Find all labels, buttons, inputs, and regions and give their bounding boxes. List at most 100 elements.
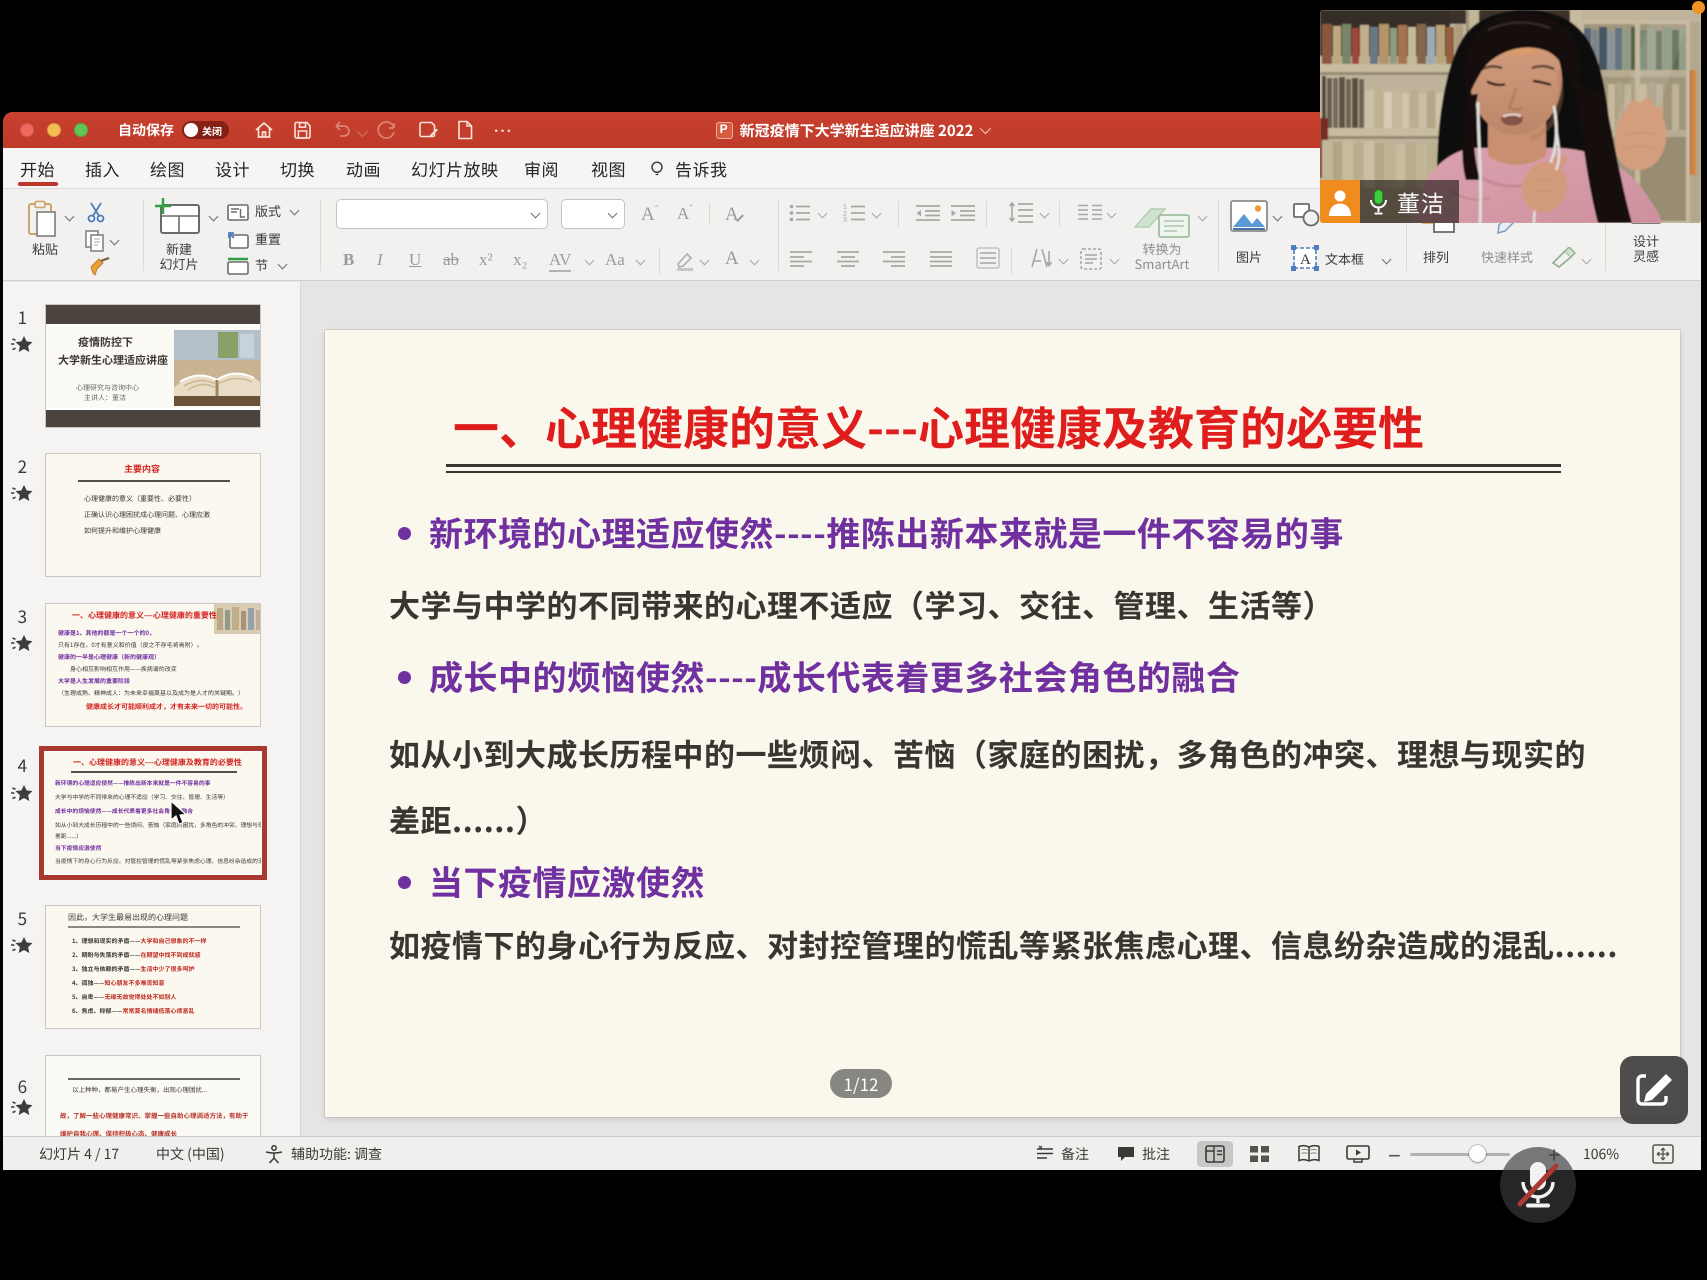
clear-formatting-icon[interactable]: A (725, 204, 748, 226)
comments-button[interactable]: 批注 (1116, 1137, 1170, 1170)
accessibility-status[interactable]: 辅助功能: 调查 (263, 1137, 382, 1170)
numbering-icon[interactable]: 123 (843, 203, 867, 228)
picture-chevron-icon[interactable] (1273, 212, 1283, 222)
reset-icon[interactable] (227, 230, 249, 254)
highlight-color-icon[interactable] (675, 251, 697, 276)
slide-thumbnail-3[interactable]: 一、心理健康的意义---心理健康的重要性 健康是1、其他的都是一个一个的0， 只… (45, 603, 261, 727)
change-case-button[interactable]: Aa (605, 250, 625, 270)
section-chevron-icon[interactable] (278, 260, 288, 270)
current-slide[interactable]: 一、心理健康的意义---心理健康及教育的必要性 新环境的心理适应使然----推陈… (325, 330, 1680, 1117)
bullets-chevron-icon[interactable] (818, 209, 828, 219)
shape-format-icon[interactable] (1551, 247, 1577, 274)
section-icon[interactable] (227, 256, 249, 280)
shapes-icon[interactable] (1293, 203, 1321, 232)
distribute-icon[interactable] (976, 247, 1002, 276)
shape-format-chevron-icon[interactable] (1582, 255, 1592, 265)
bold-button[interactable]: B (343, 250, 354, 270)
tab-review[interactable]: 审阅 (524, 148, 559, 188)
tab-view[interactable]: 视图 (591, 148, 626, 188)
decrease-indent-icon[interactable] (915, 203, 941, 228)
line-spacing-chevron-icon[interactable] (1040, 209, 1050, 219)
columns-icon[interactable] (1077, 203, 1103, 228)
copy-chevron-icon[interactable] (110, 236, 120, 246)
zoom-slider-knob[interactable] (1469, 1145, 1486, 1162)
strikethrough-button[interactable]: ab (443, 250, 459, 270)
microphone-muted-button[interactable] (1500, 1147, 1576, 1223)
case-chevron-icon[interactable] (636, 256, 646, 266)
smartart-chevron-icon[interactable] (1198, 212, 1208, 222)
quick-styles-label[interactable]: 快速样式 (1481, 249, 1533, 264)
reset-label[interactable]: 重置 (255, 231, 281, 246)
tab-draw[interactable]: 绘图 (150, 148, 185, 188)
numbering-chevron-icon[interactable] (872, 209, 882, 219)
reading-view-button[interactable] (1297, 1137, 1321, 1170)
bullets-icon[interactable] (789, 203, 813, 228)
text-direction-chevron-icon[interactable] (1059, 255, 1069, 265)
picture-icon[interactable] (1230, 200, 1268, 237)
slideshow-view-button[interactable] (1346, 1137, 1370, 1170)
align-left-icon[interactable] (789, 249, 813, 274)
slide-thumbnail-2[interactable]: 主要内容 心理健康的意义（重要性、必要性） 正确认识心理困扰成心理问题、心理应激… (45, 453, 261, 577)
notes-button[interactable]: 备注 (1035, 1137, 1089, 1170)
tab-transitions[interactable]: 切换 (280, 148, 315, 188)
slide-thumbnail-4-selected[interactable]: 一、心理健康的意义---心理健康及教育的必要性 新环境的心理适应使然——推陈出新… (39, 746, 267, 880)
layout-chevron-icon[interactable] (290, 206, 300, 216)
spacing-chevron-icon[interactable] (585, 256, 595, 266)
line-spacing-icon[interactable] (1008, 201, 1034, 228)
align-text-chevron-icon[interactable] (1110, 255, 1120, 265)
title-chevron-icon[interactable] (980, 123, 991, 134)
tab-tellme[interactable]: 告诉我 (675, 148, 728, 188)
format-painter-icon[interactable] (89, 257, 115, 282)
section-label[interactable]: 节 (255, 257, 268, 272)
paste-label[interactable]: 粘贴 (25, 241, 65, 256)
justify-icon[interactable] (929, 249, 953, 274)
increase-indent-icon[interactable] (950, 203, 976, 228)
design-ideas-label[interactable]: 设计 灵感 (1625, 233, 1667, 263)
underline-button[interactable]: U (409, 250, 421, 270)
tab-design[interactable]: 设计 (215, 148, 250, 188)
zoom-level[interactable]: 106% (1583, 1137, 1619, 1170)
font-name-combobox[interactable] (336, 199, 548, 229)
transition-star-icon[interactable] (9, 634, 35, 652)
smartart-label[interactable]: 转换为 SmartArt (1121, 241, 1203, 271)
italic-button[interactable]: I (377, 250, 383, 270)
textbox-icon[interactable]: A (1291, 245, 1319, 276)
transition-star-icon[interactable] (9, 1098, 35, 1116)
superscript-button[interactable]: x² (479, 250, 493, 270)
text-direction-icon[interactable] (1029, 247, 1055, 276)
transition-star-icon[interactable] (9, 784, 35, 802)
character-spacing-button[interactable]: AV (549, 250, 571, 272)
transition-star-icon[interactable] (9, 936, 35, 954)
tab-slideshow[interactable]: 幻灯片放映 (411, 148, 499, 188)
zoom-out-button[interactable]: − (1388, 1137, 1401, 1170)
paste-chevron-icon[interactable] (65, 212, 75, 222)
zoom-slider-track[interactable] (1410, 1153, 1510, 1156)
annotation-pen-button[interactable] (1620, 1056, 1688, 1124)
transition-star-icon[interactable] (9, 335, 35, 353)
highlight-chevron-icon[interactable] (700, 256, 710, 266)
columns-chevron-icon[interactable] (1107, 209, 1117, 219)
slide-thumbnail-6[interactable]: 以上种种，都易产生心理失衡，出现心理困扰... 故，了解一些心理健康常识、掌握一… (45, 1055, 261, 1136)
slide-thumbnail-1[interactable]: 疫情防控下 大学新生心理适应讲座 心理研究与咨询中心 主讲人：董洁 (45, 304, 261, 428)
cut-icon[interactable] (85, 201, 109, 228)
slide-counter[interactable]: 幻灯片 4 / 17 (39, 1137, 119, 1170)
slide-thumbnail-5[interactable]: 因此，大学生最易出现的心理问题 1、理想和现实的矛盾——大学和自己想象的不一样 … (45, 905, 261, 1029)
picture-label[interactable]: 图片 (1229, 249, 1269, 264)
tab-insert[interactable]: 插入 (85, 148, 120, 188)
arrange-label[interactable]: 排列 (1423, 249, 1449, 264)
normal-view-button[interactable] (1197, 1141, 1233, 1167)
textbox-chevron-icon[interactable] (1382, 255, 1392, 265)
font-color-chevron-icon[interactable] (750, 256, 760, 266)
align-center-icon[interactable] (836, 249, 860, 274)
align-text-icon[interactable] (1079, 247, 1105, 276)
align-right-icon[interactable] (882, 249, 906, 274)
webcam-video-overlay[interactable]: 董洁 (1320, 10, 1701, 223)
textbox-label[interactable]: 文本框 (1325, 251, 1364, 266)
fit-to-window-button[interactable] (1652, 1137, 1674, 1170)
new-slide-chevron-icon[interactable] (209, 212, 219, 222)
increase-font-icon[interactable]: Aˆ (641, 204, 658, 226)
font-size-combobox[interactable] (561, 199, 625, 229)
new-slide-label[interactable]: 新建 幻灯片 (149, 241, 209, 271)
slide-sorter-view-button[interactable] (1249, 1137, 1271, 1170)
copy-icon[interactable] (83, 229, 109, 258)
